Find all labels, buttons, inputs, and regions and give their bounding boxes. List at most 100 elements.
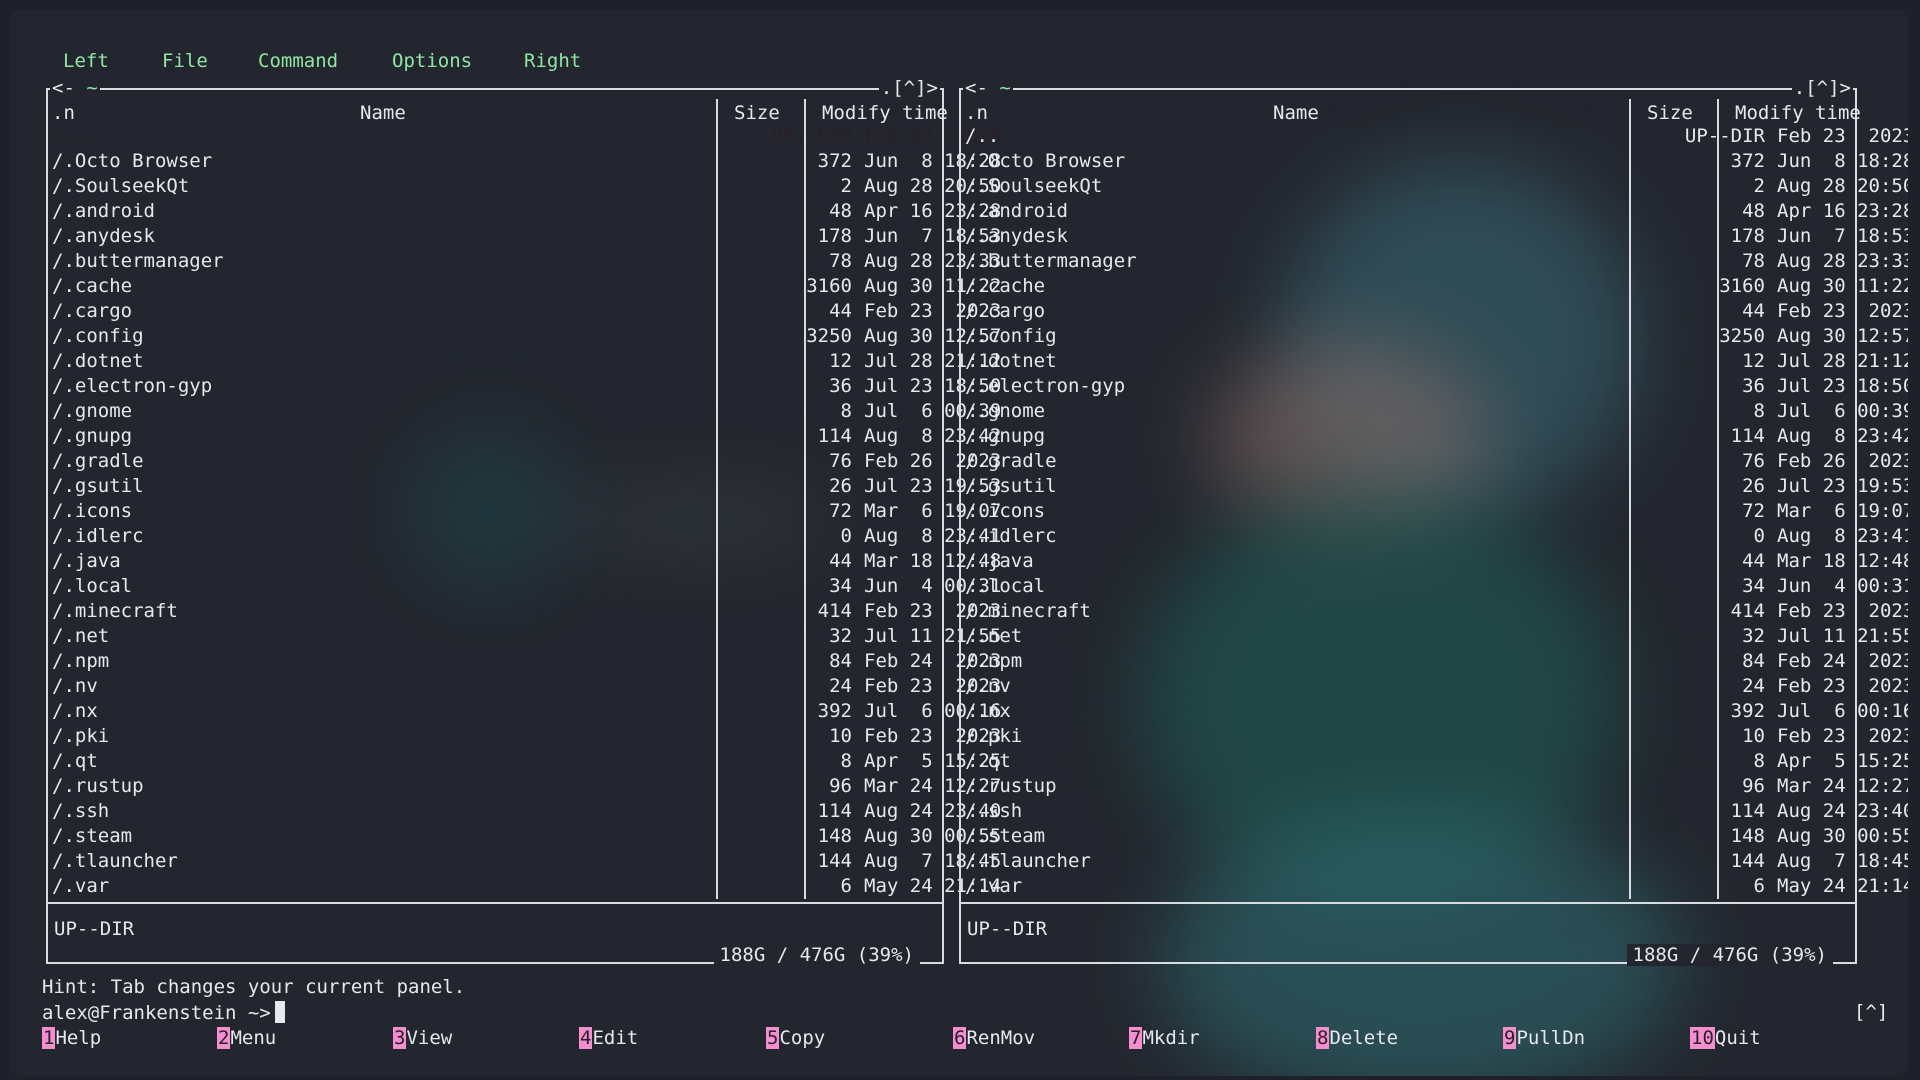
fkey-renmov[interactable]: 6RenMov	[953, 1026, 1035, 1050]
file-row[interactable]: /.cache 3160 Aug 30 11:22	[961, 274, 1908, 299]
file-row[interactable]: /.android 48 Apr 16 23:28	[961, 199, 1908, 224]
file-row[interactable]: /.anydesk 178 Jun 7 18:53	[48, 224, 1001, 249]
menu-right[interactable]: Right	[524, 50, 581, 72]
file-row[interactable]: /.SoulseekQt 2 Aug 28 20:50	[961, 174, 1908, 199]
panel-history-indicator[interactable]: .[^]>	[1791, 78, 1853, 98]
file-name: /.ssh	[52, 800, 110, 822]
fkey-edit[interactable]: 4Edit	[579, 1026, 638, 1050]
file-row[interactable]: /.var 6 May 24 21:14	[48, 874, 1001, 899]
panel-history-indicator[interactable]: .[^]>	[878, 78, 940, 98]
file-row[interactable]: /.rustup 96 Mar 24 12:27	[48, 774, 1001, 799]
file-row[interactable]: /.electron-gyp 36 Jul 23 18:50	[48, 374, 1001, 399]
fkey-copy[interactable]: 5Copy	[766, 1026, 825, 1050]
file-name: /.minecraft	[52, 600, 178, 622]
file-row[interactable]: /.net 32 Jul 11 21:55	[48, 624, 1001, 649]
file-row[interactable]: /.nv 24 Feb 23 2023	[961, 674, 1908, 699]
file-row[interactable]: /.SoulseekQt 2 Aug 28 20:50	[48, 174, 1001, 199]
file-row[interactable]: /.gsutil 26 Jul 23 19:53	[48, 474, 1001, 499]
menu-options[interactable]: Options	[392, 50, 472, 72]
file-row[interactable]: /.gnome 8 Jul 6 00:39	[48, 399, 1001, 424]
file-row[interactable]: /.nv 24 Feb 23 2023	[48, 674, 1001, 699]
file-row[interactable]: /.minecraft 414 Feb 23 2023	[961, 599, 1908, 624]
file-row[interactable]: /.gnome 8 Jul 6 00:39	[961, 399, 1908, 424]
col-header-time[interactable]: Modify time	[1735, 102, 1861, 124]
file-row[interactable]: /.steam 148 Aug 30 00:55	[48, 824, 1001, 849]
file-row[interactable]: /.gnupg 114 Aug 8 23:42	[961, 424, 1908, 449]
col-sort-indicator[interactable]: .n	[965, 102, 988, 124]
file-row[interactable]: /.java 44 Mar 18 12:48	[48, 549, 1001, 574]
file-row[interactable]: /.java 44 Mar 18 12:48	[961, 549, 1908, 574]
file-row[interactable]: /.npm 84 Feb 24 2023	[961, 649, 1908, 674]
fkey-menu[interactable]: 2Menu	[217, 1026, 276, 1050]
col-header-size[interactable]: Size	[1647, 102, 1693, 124]
fkey-view[interactable]: 3View	[393, 1026, 452, 1050]
file-row[interactable]: /.tlauncher 144 Aug 7 18:45	[48, 849, 1001, 874]
col-header-size[interactable]: Size	[734, 102, 780, 124]
file-row[interactable]: /.config 3250 Aug 30 12:57	[961, 324, 1908, 349]
left-panel[interactable]: <- ~ .[^]> .n Name Size Modify time /.. U…	[40, 76, 1001, 966]
file-row[interactable]: /.npm 84 Feb 24 2023	[48, 649, 1001, 674]
menu-left[interactable]: Left	[63, 50, 109, 72]
file-row[interactable]: /.dotnet 12 Jul 28 21:12	[961, 349, 1908, 374]
file-row[interactable]: /.electron-gyp 36 Jul 23 18:50	[961, 374, 1908, 399]
file-row[interactable]: /.gradle 76 Feb 26 2023	[961, 449, 1908, 474]
file-row[interactable]: /.cargo 44 Feb 23 2023	[48, 299, 1001, 324]
file-row[interactable]: /.cargo 44 Feb 23 2023	[961, 299, 1908, 324]
file-row[interactable]: /.android 48 Apr 16 23:28	[48, 199, 1001, 224]
file-row[interactable]: /.gnupg 114 Aug 8 23:42	[48, 424, 1001, 449]
file-row[interactable]: /.Octo Browser 372 Jun 8 18:28	[48, 149, 1001, 174]
file-row[interactable]: /.nx 392 Jul 6 00:16	[961, 699, 1908, 724]
file-row[interactable]: /.pki 10 Feb 23 2023	[961, 724, 1908, 749]
file-row[interactable]: /.Octo Browser 372 Jun 8 18:28	[961, 149, 1908, 174]
command-history-indicator[interactable]: [^]	[1854, 1001, 1888, 1023]
fkey-pulldn[interactable]: 9PullDn	[1503, 1026, 1585, 1050]
col-header-name[interactable]: Name	[1273, 102, 1319, 124]
file-row[interactable]: /.steam 148 Aug 30 00:55	[961, 824, 1908, 849]
file-row[interactable]: /.nx 392 Jul 6 00:16	[48, 699, 1001, 724]
file-size: 392	[1730, 700, 1765, 722]
fkey-delete[interactable]: 8Delete	[1316, 1026, 1398, 1050]
fkey-help[interactable]: 1Help	[42, 1026, 101, 1050]
file-row[interactable]: /.buttermanager 78 Aug 28 23:33	[961, 249, 1908, 274]
file-name: /.ssh	[965, 800, 1023, 822]
file-row[interactable]: /.gsutil 26 Jul 23 19:53	[961, 474, 1908, 499]
file-row[interactable]: /.qt 8 Apr 5 15:25	[961, 749, 1908, 774]
file-row[interactable]: /.anydesk 178 Jun 7 18:53	[961, 224, 1908, 249]
fkey-mkdir[interactable]: 7Mkdir	[1129, 1026, 1200, 1050]
file-size: 12	[1742, 350, 1765, 372]
file-row[interactable]: /.qt 8 Apr 5 15:25	[48, 749, 1001, 774]
file-row[interactable]: /.config 3250 Aug 30 12:57	[48, 324, 1001, 349]
file-row[interactable]: /.rustup 96 Mar 24 12:27	[961, 774, 1908, 799]
file-size: 148	[1730, 825, 1765, 847]
col-header-time[interactable]: Modify time	[822, 102, 948, 124]
file-row[interactable]: /.gradle 76 Feb 26 2023	[48, 449, 1001, 474]
file-row[interactable]: /.ssh 114 Aug 24 23:40	[48, 799, 1001, 824]
col-sort-indicator[interactable]: .n	[52, 102, 75, 124]
panel-path[interactable]: <- ~	[50, 78, 100, 98]
file-row[interactable]: /.var 6 May 24 21:14	[961, 874, 1908, 899]
menu-command[interactable]: Command	[258, 50, 338, 72]
file-row[interactable]: /.icons 72 Mar 6 19:07	[961, 499, 1908, 524]
file-row[interactable]: /.idlerc 0 Aug 8 23:41	[48, 524, 1001, 549]
file-row[interactable]: /.idlerc 0 Aug 8 23:41	[961, 524, 1908, 549]
file-row[interactable]: /.pki 10 Feb 23 2023	[48, 724, 1001, 749]
file-name: /.gsutil	[52, 475, 144, 497]
file-row[interactable]: /.tlauncher 144 Aug 7 18:45	[961, 849, 1908, 874]
file-row[interactable]: /.minecraft 414 Feb 23 2023	[48, 599, 1001, 624]
menu-file[interactable]: File	[162, 50, 208, 72]
file-row[interactable]: /.cache 3160 Aug 30 11:22	[48, 274, 1001, 299]
file-row[interactable]: /.local 34 Jun 4 00:31	[48, 574, 1001, 599]
file-row[interactable]: /.icons 72 Mar 6 19:07	[48, 499, 1001, 524]
fkey-quit[interactable]: 10Quit	[1690, 1026, 1761, 1050]
file-row[interactable]: /.net 32 Jul 11 21:55	[961, 624, 1908, 649]
file-row[interactable]: /.dotnet 12 Jul 28 21:12	[48, 349, 1001, 374]
file-row[interactable]: /.local 34 Jun 4 00:31	[961, 574, 1908, 599]
right-panel[interactable]: <- ~ .[^]> .n Name Size Modify time /.. U…	[953, 76, 1908, 966]
file-row[interactable]: /.ssh 114 Aug 24 23:40	[961, 799, 1908, 824]
panel-path[interactable]: <- ~	[963, 78, 1013, 98]
file-row[interactable]: /.buttermanager 78 Aug 28 23:33	[48, 249, 1001, 274]
command-prompt[interactable]: alex@Frankenstein ~>	[42, 1001, 285, 1024]
col-header-name[interactable]: Name	[360, 102, 406, 124]
file-row[interactable]: /.. UP--DIR Feb 23 2023	[961, 124, 1908, 149]
file-row[interactable]: /.. UP--DIR Feb 23 2023	[48, 124, 1001, 149]
